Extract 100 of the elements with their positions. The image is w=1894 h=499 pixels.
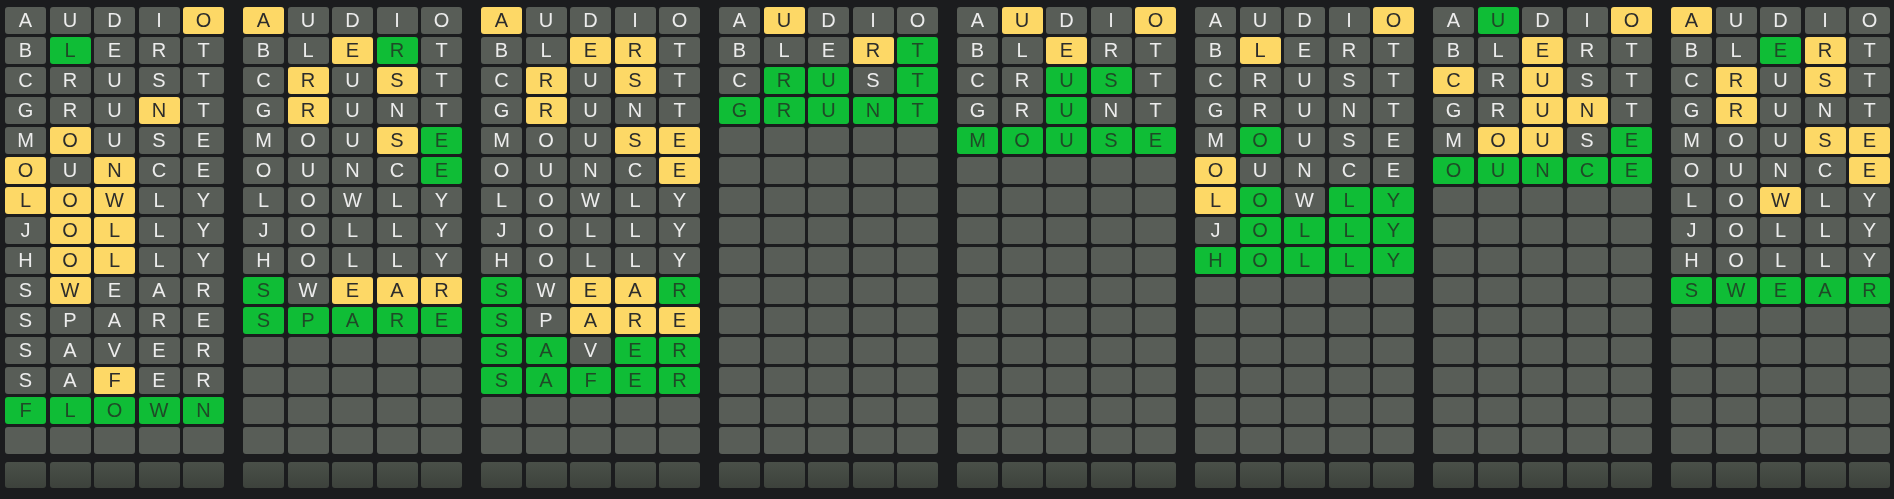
letter-tile: J (1671, 217, 1712, 244)
empty-tile (897, 427, 938, 454)
empty-tile (183, 427, 224, 454)
letter-tile: D (808, 7, 849, 34)
letter-tile: O (287, 187, 329, 214)
letter-tile: M (1671, 127, 1712, 154)
letter-tile: Y (183, 247, 224, 274)
empty-tile (481, 462, 522, 488)
empty-tile (719, 127, 760, 154)
letter-tile: E (570, 277, 611, 304)
letter-tile: R (659, 277, 700, 304)
empty-tile (243, 397, 284, 424)
empty-tile (1566, 187, 1608, 214)
letter-tile: U (808, 67, 849, 94)
empty-tile (1566, 397, 1608, 424)
empty-tile (1522, 247, 1563, 274)
empty-tile (1433, 217, 1474, 244)
letter-tile: N (1328, 97, 1370, 124)
empty-tile (421, 397, 462, 424)
empty-tile (897, 397, 938, 424)
empty-tile (1433, 277, 1474, 304)
letter-tile: R (49, 67, 91, 94)
empty-tile (1477, 307, 1519, 334)
empty-tile (1135, 217, 1176, 244)
letter-tile: E (1284, 37, 1325, 64)
letter-tile: O (481, 157, 522, 184)
letter-tile: D (1760, 7, 1801, 34)
letter-tile: T (1611, 67, 1652, 94)
letter-tile: R (1849, 277, 1890, 304)
letter-tile: S (1566, 127, 1608, 154)
letter-tile: I (1090, 7, 1132, 34)
letter-tile: S (1671, 277, 1712, 304)
letter-tile: Y (1373, 217, 1414, 244)
empty-tile (897, 307, 938, 334)
letter-tile: O (897, 7, 938, 34)
letter-tile: E (1849, 127, 1890, 154)
letter-tile: R (852, 37, 894, 64)
empty-tile (897, 247, 938, 274)
empty-tile (1671, 337, 1712, 364)
letter-tile: O (49, 247, 91, 274)
empty-tile (1611, 462, 1652, 488)
empty-tile (897, 337, 938, 364)
letter-tile: H (5, 247, 46, 274)
letter-tile: E (614, 367, 656, 394)
letter-tile: A (243, 7, 284, 34)
letter-tile: D (1522, 7, 1563, 34)
letter-tile: E (1046, 37, 1087, 64)
empty-tile (1135, 462, 1176, 488)
empty-tile (570, 427, 611, 454)
empty-tile (1239, 462, 1281, 488)
letter-tile: R (1001, 67, 1043, 94)
empty-tile (525, 462, 567, 488)
letter-tile: S (5, 277, 46, 304)
empty-tile (957, 462, 998, 488)
letter-tile: N (332, 157, 373, 184)
empty-tile (1373, 307, 1414, 334)
letter-tile: F (570, 367, 611, 394)
letter-tile: T (183, 67, 224, 94)
letter-tile: A (49, 337, 91, 364)
empty-tile (852, 367, 894, 394)
empty-tile (1522, 462, 1563, 488)
empty-tile (808, 337, 849, 364)
empty-tile (719, 217, 760, 244)
empty-tile (1090, 427, 1132, 454)
empty-tile (49, 427, 91, 454)
letter-tile: H (1671, 247, 1712, 274)
empty-tile (1433, 307, 1474, 334)
empty-tile (1328, 397, 1370, 424)
empty-tile (1328, 427, 1370, 454)
empty-tile (1001, 217, 1043, 244)
letter-tile: U (1046, 97, 1087, 124)
empty-tile (1328, 337, 1370, 364)
empty-tile (1090, 217, 1132, 244)
empty-tile (1566, 307, 1608, 334)
letter-tile: R (763, 67, 805, 94)
letter-tile: A (1433, 7, 1474, 34)
letter-tile: A (1671, 7, 1712, 34)
letter-tile: B (957, 37, 998, 64)
empty-tile (763, 307, 805, 334)
empty-tile (332, 337, 373, 364)
empty-tile (1090, 157, 1132, 184)
letter-tile: O (1239, 247, 1281, 274)
empty-tile (1477, 187, 1519, 214)
letter-tile: J (243, 217, 284, 244)
letter-tile: U (287, 7, 329, 34)
empty-tile (1090, 462, 1132, 488)
empty-tile (1477, 247, 1519, 274)
letter-tile: E (614, 337, 656, 364)
letter-tile: P (287, 307, 329, 334)
letter-tile: T (897, 37, 938, 64)
letter-tile: R (376, 37, 418, 64)
letter-tile: O (1195, 157, 1236, 184)
letter-tile: L (1804, 217, 1846, 244)
letter-tile: L (1328, 247, 1370, 274)
empty-tile (1328, 462, 1370, 488)
letter-tile: E (808, 37, 849, 64)
letter-tile: T (1373, 97, 1414, 124)
empty-tile (808, 187, 849, 214)
empty-tile (332, 397, 373, 424)
letter-tile: C (243, 67, 284, 94)
